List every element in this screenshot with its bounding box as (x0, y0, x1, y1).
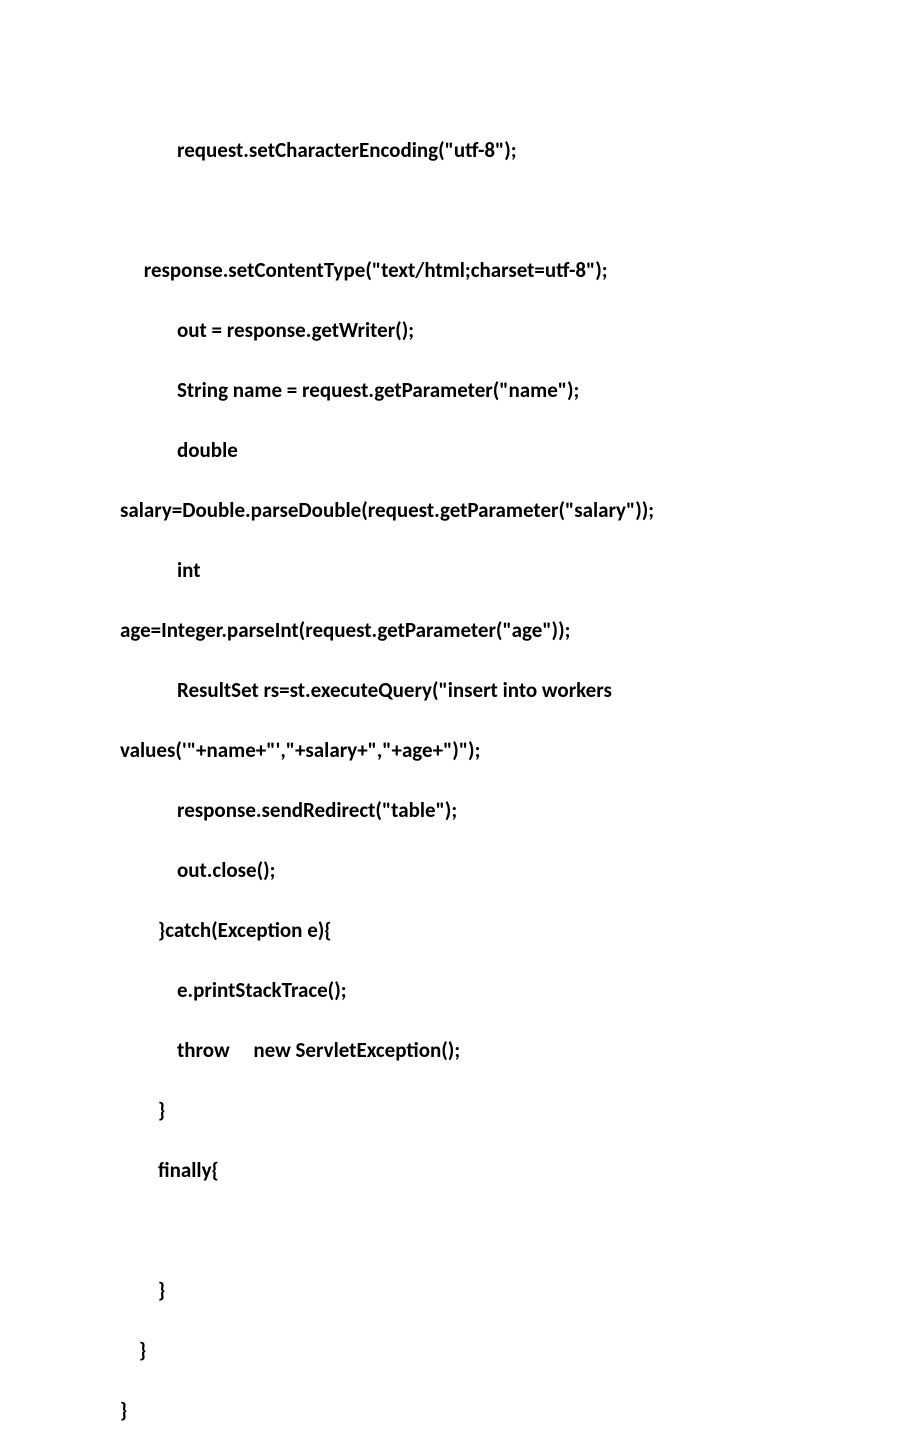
code-line (120, 1200, 800, 1260)
code-line: request.setCharacterEncoding("utf-8"); (120, 120, 800, 180)
code-line: } (120, 1260, 800, 1320)
document-content: request.setCharacterEncoding("utf-8"); r… (0, 0, 920, 1440)
code-line: out = response.getWriter(); (120, 300, 800, 360)
code-line: double (120, 420, 800, 480)
code-line: finally{ (120, 1140, 800, 1200)
code-line: String name = request.getParameter("name… (120, 360, 800, 420)
code-line: age=Integer.parseInt(request.getParamete… (120, 600, 800, 660)
code-line: } (120, 1080, 800, 1140)
code-line (120, 180, 800, 240)
code-line: values('"+name+"',"+salary+","+age+")"); (120, 720, 800, 780)
code-line: throw new ServletException(); (120, 1020, 800, 1080)
code-line: response.setContentType("text/html;chars… (120, 240, 800, 300)
code-line: } (120, 1320, 800, 1380)
code-line: int (120, 540, 800, 600)
code-line: salary=Double.parseDouble(request.getPar… (120, 480, 800, 540)
code-line: response.sendRedirect("table"); (120, 780, 800, 840)
code-line: }catch(Exception e){ (120, 900, 800, 960)
code-line: out.close(); (120, 840, 800, 900)
code-line: ResultSet rs=st.executeQuery("insert int… (120, 660, 800, 720)
code-line: } (120, 1380, 800, 1440)
code-line: e.printStackTrace(); (120, 960, 800, 1020)
